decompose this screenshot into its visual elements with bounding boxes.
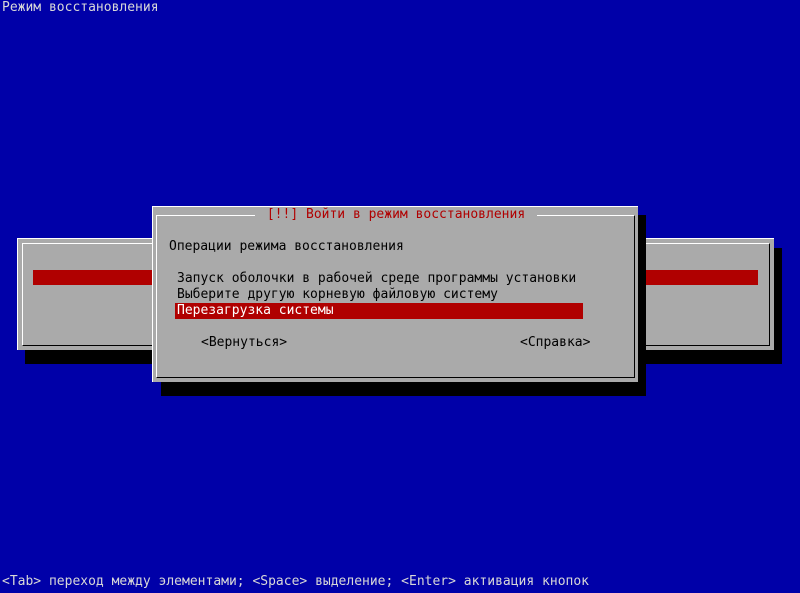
dialog-shadow-bottom — [161, 382, 646, 396]
screen-title: Режим восстановления — [2, 0, 159, 15]
recovery-mode-dialog: [!!] Войти в режим восстановления Операц… — [152, 206, 638, 382]
dialog-shadow — [638, 215, 646, 396]
keyboard-hint: <Tab> переход между элементами; <Space> … — [2, 574, 589, 589]
background-dialog-shadow — [774, 248, 782, 364]
help-button[interactable]: <Справка> — [520, 335, 590, 351]
dialog-prompt: Операции режима восстановления — [169, 239, 404, 254]
back-button[interactable]: <Вернуться> — [201, 335, 287, 351]
menu-item-choose-root-fs[interactable]: Выберите другую корневую файловую систем… — [175, 287, 583, 303]
dialog-title: [!!] Войти в режим восстановления — [255, 207, 537, 223]
background-dialog-selection-left — [33, 270, 153, 285]
menu-item-shell[interactable]: Запуск оболочки в рабочей среде программ… — [175, 271, 583, 287]
background-dialog-selection-right — [638, 270, 758, 285]
menu-item-reboot[interactable]: Перезагрузка системы — [175, 303, 583, 319]
